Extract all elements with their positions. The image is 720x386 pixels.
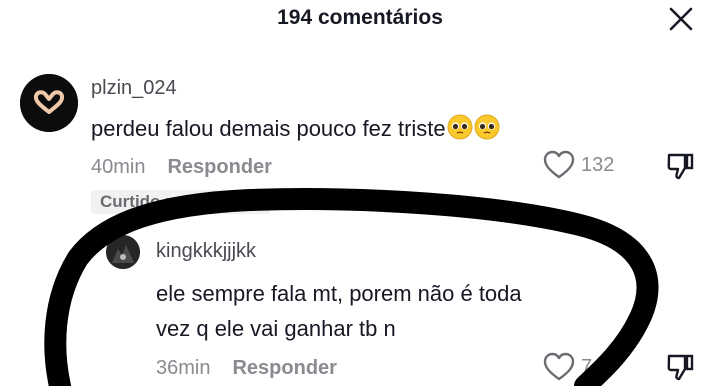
comment-time: 36min xyxy=(156,357,211,379)
comment-time: 40min xyxy=(91,156,146,178)
heart-icon xyxy=(543,352,575,381)
comment-meta: 36min Responder xyxy=(156,357,337,380)
like-button[interactable]: 132 xyxy=(543,150,614,180)
heart-icon xyxy=(543,150,575,179)
comment-username[interactable]: plzin_024 xyxy=(91,77,177,100)
comment-text-line-2: vez q ele vai ganhar tb n xyxy=(156,316,396,341)
comment-username[interactable]: kingkkkjjjkk xyxy=(156,240,256,263)
heart-hands-icon xyxy=(20,74,78,132)
comment-meta: 40min Responder xyxy=(91,156,272,179)
dislike-icon[interactable] xyxy=(665,151,695,181)
like-button[interactable]: 7 xyxy=(543,352,592,382)
comment-count-title: 194 comentários xyxy=(277,6,443,29)
dislike-icon[interactable] xyxy=(665,352,695,382)
avatar[interactable] xyxy=(20,74,78,132)
pleading-face-emoji-icon xyxy=(447,114,473,140)
comment-body: perdeu falou demais pouco fez triste xyxy=(91,116,446,141)
comment-text-line-1: ele sempre fala mt, porem não é toda xyxy=(156,281,522,306)
close-icon[interactable] xyxy=(666,4,696,34)
like-count: 7 xyxy=(581,355,593,378)
like-count: 132 xyxy=(581,153,615,176)
avatar[interactable] xyxy=(106,235,140,269)
reply-button[interactable]: Responder xyxy=(232,357,336,379)
comment-text: perdeu falou demais pouco fez triste xyxy=(91,112,500,146)
liked-by-creator-badge: Curtido pelo criador xyxy=(91,190,272,214)
pleading-face-emoji-icon xyxy=(474,114,500,140)
reply-button[interactable]: Responder xyxy=(167,156,271,178)
profile-photo-icon xyxy=(106,235,140,269)
